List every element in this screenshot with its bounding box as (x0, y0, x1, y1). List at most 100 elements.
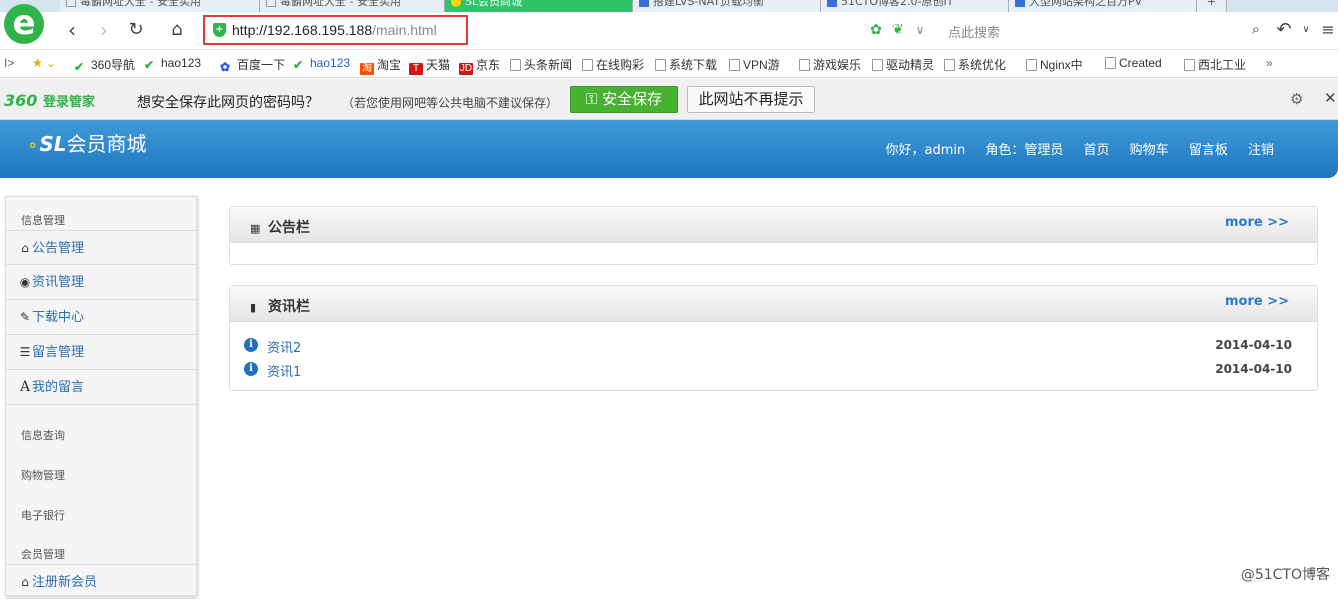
browser-tab[interactable]: 搭建LVS-NAT负载均衡 (633, 0, 821, 12)
nav-logout-link[interactable]: 注销 (1248, 143, 1274, 158)
sidebar-item-download[interactable]: ✎下载中心 (6, 300, 196, 335)
more-link[interactable]: more >> (1225, 294, 1289, 309)
bookmark-item[interactable]: Nginx中 (1026, 56, 1083, 73)
page-icon (872, 59, 883, 71)
extension-icon[interactable]: ✿ (864, 18, 888, 42)
greeting: 你好，admin (885, 143, 965, 158)
bookmark-item[interactable]: ✔hao123 (144, 56, 201, 70)
bookmark-item[interactable]: VPN游 (729, 56, 780, 73)
browser-logo-icon: e (4, 4, 44, 44)
taobao-icon: 淘 (360, 63, 374, 75)
tmall-icon: T (409, 63, 423, 75)
bookmark-item[interactable]: 在线购彩 (582, 56, 644, 73)
news-title-link[interactable]: 资讯2 (267, 337, 301, 356)
sidebar-item-announcement[interactable]: ⌂公告管理 (6, 230, 196, 265)
bookmark-item[interactable]: 西北工业 (1184, 56, 1246, 73)
bookmark-item[interactable]: T天猫 (409, 56, 450, 75)
list-icon: ☰ (18, 335, 32, 370)
sidebar: 信息管理 ⌂公告管理 ◉资讯管理 ✎下载中心 ☰留言管理 A我的留言 信息查询 … (5, 196, 197, 596)
info-icon: i (244, 362, 258, 376)
bookmark-icon (827, 0, 837, 7)
bookmark-icon (639, 0, 649, 7)
gear-icon[interactable]: ⚙ (1290, 90, 1303, 108)
sidebar-item-register[interactable]: ⌂注册新会员 (6, 564, 196, 599)
sidebar-section-e-bank[interactable]: 电子银行 (21, 507, 65, 523)
home-icon: ⌂ (18, 565, 32, 600)
page-icon (66, 0, 76, 7)
search-input[interactable]: 点此搜索 (948, 22, 1000, 41)
refresh-icon[interactable]: ↻ (124, 18, 148, 42)
close-icon[interactable]: ✕ (1324, 89, 1337, 107)
font-icon: A (18, 370, 32, 405)
paw-icon: ✿ (220, 60, 234, 72)
jd-icon: JD (459, 63, 473, 75)
sidebar-toggle-icon[interactable]: I> (4, 56, 14, 70)
page-icon (729, 59, 740, 71)
bookmark-item[interactable]: ✔360导航 (74, 56, 135, 73)
menu-icon[interactable]: ≡ (1316, 18, 1338, 42)
sidebar-item-messages[interactable]: ☰留言管理 (6, 335, 196, 370)
search-icon[interactable]: ⌕ (1252, 20, 1260, 38)
eye-icon: ◉ (18, 265, 32, 300)
browser-tab-active[interactable]: SL会员商城 (445, 0, 633, 12)
page-icon (944, 59, 955, 71)
browser-tab[interactable]: 毒霸网址大全 - 安全实用 (260, 0, 445, 12)
bookmark-item[interactable]: JD京东 (459, 56, 500, 75)
bookmarks-bar: I> ★ ⌄ ✔360导航 ✔hao123 ✿百度一下 ✔hao123 淘淘宝 … (0, 50, 1338, 78)
bookmark-item[interactable]: ✔hao123 (293, 56, 350, 70)
bookmark-item[interactable]: ✿百度一下 (220, 56, 285, 73)
security-shield-icon: + (213, 23, 226, 37)
bookmark-item[interactable]: 系统下载 (655, 56, 717, 73)
bookmark-item[interactable]: Created (1105, 56, 1162, 70)
page-icon (1184, 59, 1195, 71)
save-password-note: （若您使用网吧等公共电脑不建议保存） (342, 94, 558, 111)
chevron-down-icon[interactable]: ∨ (908, 18, 932, 42)
page-icon (799, 59, 810, 71)
new-tab-button[interactable]: + (1197, 0, 1227, 12)
sidebar-item-news[interactable]: ◉资讯管理 (6, 265, 196, 300)
sidebar-item-my-messages[interactable]: A我的留言 (6, 370, 196, 405)
secure-save-button[interactable]: ⚿ 安全保存 (570, 86, 678, 113)
undo-icon[interactable]: ↶ (1272, 18, 1296, 42)
more-bookmarks-icon[interactable]: » (1266, 56, 1273, 70)
browser-tab[interactable]: 毒霸网址大全 - 安全实用 (60, 0, 260, 12)
watermark: @51CTO博客 (1241, 564, 1330, 584)
chevron-down-icon[interactable]: ∨ (1294, 18, 1318, 42)
bookmark-item[interactable]: 系统优化 (944, 56, 1006, 73)
news-title-link[interactable]: 资讯1 (267, 361, 301, 380)
nav-guestbook-link[interactable]: 留言板 (1189, 143, 1228, 158)
edit-icon: ✎ (18, 300, 32, 335)
list-item: i 资讯2 2014-04-10 (244, 336, 1292, 356)
bookmark-item[interactable]: 淘淘宝 (360, 56, 401, 75)
page-icon (655, 59, 666, 71)
site-header: ⚬SL会员商城 你好，admin 角色：管理员 首页 购物车 留言板 注销 (0, 120, 1338, 178)
info-icon: i (244, 338, 258, 352)
site-nav: 你好，admin 角色：管理员 首页 购物车 留言板 注销 (869, 139, 1274, 158)
bookmark-item[interactable]: 驱动精灵 (872, 56, 934, 73)
checkmark-icon: ✔ (144, 58, 158, 70)
browser-tab[interactable]: 大型网站架构之百万PV (1009, 0, 1197, 12)
browser-tab[interactable]: 51CTO博客2.0-原创IT (821, 0, 1009, 12)
nav-cart-link[interactable]: 购物车 (1130, 143, 1169, 158)
address-bar[interactable]: + http://192.168.195.188/main.html (203, 15, 468, 45)
forward-icon[interactable]: › (92, 18, 116, 42)
file-icon: ▮ (250, 301, 264, 314)
leaf-icon[interactable]: ❦ (886, 18, 910, 42)
star-icon[interactable]: ★ ⌄ (32, 56, 56, 70)
search-box[interactable]: 点此搜索 ⌕ (938, 15, 1268, 45)
key-icon: ⚿ (586, 90, 597, 108)
site-logo[interactable]: ⚬SL会员商城 (26, 128, 147, 157)
logo-ring-icon: ⚬ (26, 136, 39, 155)
leaf-icon (451, 0, 461, 7)
nav-home-link[interactable]: 首页 (1084, 143, 1110, 158)
home-icon[interactable]: ⌂ (165, 18, 189, 42)
bookmark-item[interactable]: 游戏娱乐 (799, 56, 861, 73)
sidebar-section-member: 会员管理 (21, 546, 65, 562)
sidebar-section-info-query[interactable]: 信息查询 (21, 427, 65, 443)
never-remind-button[interactable]: 此网站不再提示 (687, 86, 815, 113)
sidebar-section-shopping[interactable]: 购物管理 (21, 467, 65, 483)
bookmark-item[interactable]: 头条新闻 (510, 56, 572, 73)
back-icon[interactable]: ‹ (60, 18, 84, 42)
more-link[interactable]: more >> (1225, 215, 1289, 230)
role-label: 角色：管理员 (985, 143, 1063, 158)
